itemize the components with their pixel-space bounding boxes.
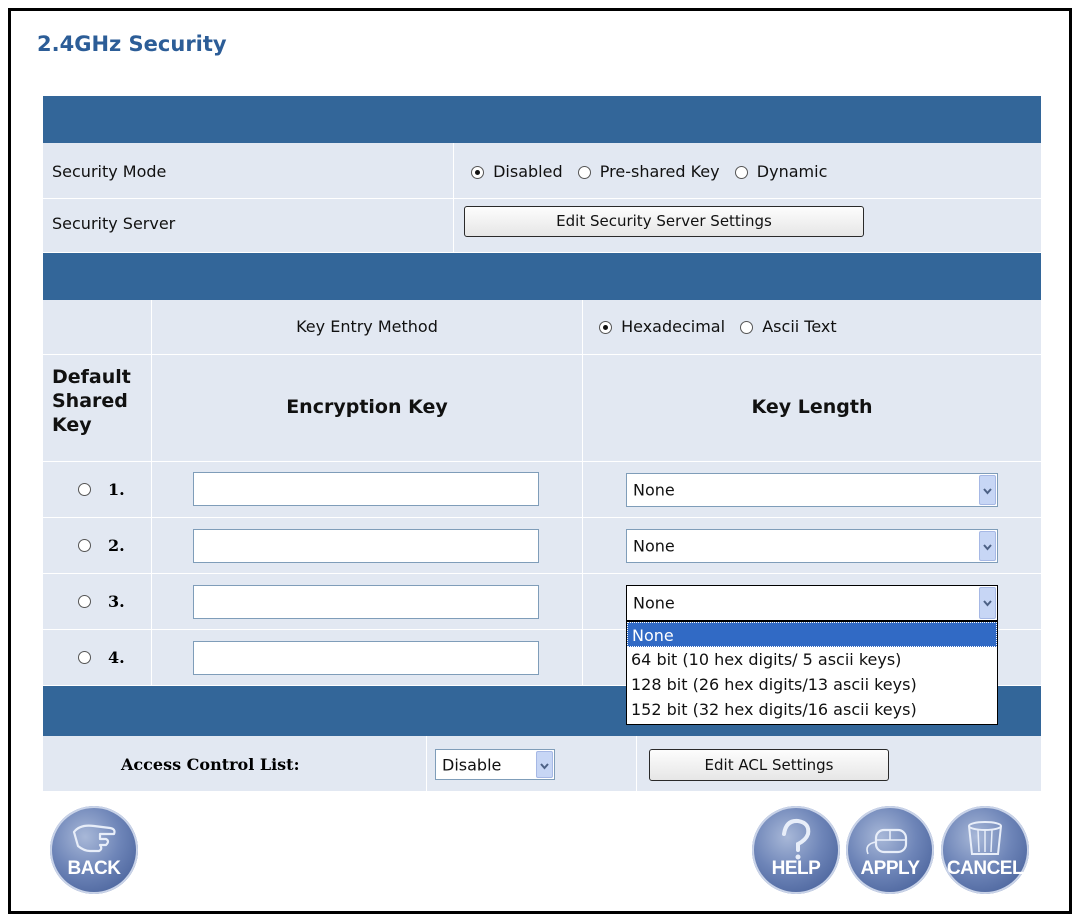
encryption-key-input-3[interactable] (193, 585, 539, 619)
apply-label: APPLY (860, 858, 920, 879)
radio-key-3[interactable] (78, 595, 91, 608)
apply-button[interactable]: APPLY (846, 806, 934, 894)
radio-hexadecimal-label: Hexadecimal (621, 317, 726, 336)
page-title: 2.4GHz Security (37, 32, 227, 56)
radio-pre-shared-key-label: Pre-shared Key (599, 162, 720, 181)
radio-key-1[interactable] (78, 483, 91, 496)
col-default-line: Default (52, 366, 131, 388)
chevron-down-icon[interactable] (979, 475, 996, 505)
radio-dynamic-label: Dynamic (756, 162, 828, 181)
key-length-select-3[interactable]: None (626, 585, 998, 621)
cancel-button[interactable]: CANCEL (941, 806, 1029, 894)
help-label: HELP (771, 858, 821, 879)
radio-disabled[interactable] (471, 166, 484, 179)
mouse-icon (866, 828, 908, 855)
chevron-down-icon[interactable] (979, 587, 996, 619)
security-mode-options: Disabled Pre-shared Key Dynamic (471, 162, 827, 181)
col-encryption-key: Encryption Key (286, 396, 448, 418)
security-mode-label: Security Mode (52, 162, 167, 181)
key-number: 2. (108, 536, 125, 555)
acl-select[interactable]: Disable (435, 749, 555, 780)
cancel-label: CANCEL (946, 858, 1024, 879)
key-length-select-2[interactable]: None (626, 529, 998, 563)
radio-ascii-text-label: Ascii Text (762, 317, 837, 336)
acl-select-value: Disable (442, 755, 502, 774)
encryption-key-input-2[interactable] (193, 529, 539, 563)
key-entry-method-options: Hexadecimal Ascii Text (599, 317, 837, 336)
col-key-length: Key Length (751, 396, 873, 418)
dropdown-option[interactable]: None (627, 622, 997, 647)
section-header-band (43, 96, 1041, 143)
acl-label: Access Control List: (121, 755, 300, 774)
key-number: 1. (108, 480, 125, 499)
key-entry-method-label: Key Entry Method (296, 317, 438, 336)
security-mode-row: Security Mode Disabled Pre-shared Key Dy… (43, 143, 1041, 199)
col-default-line: Shared (52, 390, 128, 412)
radio-hexadecimal[interactable] (599, 321, 612, 334)
dropdown-option[interactable]: 64 bit (10 hex digits/ 5 ascii keys) (627, 647, 997, 672)
radio-pre-shared-key[interactable] (577, 166, 591, 179)
chevron-down-icon[interactable] (979, 531, 996, 561)
key-length-dropdown-list[interactable]: None 64 bit (10 hex digits/ 5 ascii keys… (626, 621, 998, 725)
pointing-hand-icon (72, 824, 116, 853)
radio-key-2[interactable] (78, 539, 91, 552)
key-entry-method-row: Key Entry Method Hexadecimal Ascii Text (43, 300, 1041, 355)
help-button[interactable]: HELP (752, 806, 840, 894)
key-length-select-1[interactable]: None (626, 473, 998, 507)
key-length-value: None (633, 480, 675, 500)
key-number: 3. (108, 592, 125, 611)
back-label: BACK (67, 858, 121, 879)
key-length-value: None (633, 536, 675, 556)
key-number: 4. (108, 648, 125, 667)
section-header-band (43, 253, 1041, 300)
radio-disabled-label: Disabled (493, 162, 563, 181)
edit-acl-button[interactable]: Edit ACL Settings (649, 749, 889, 781)
dropdown-option[interactable]: 152 bit (32 hex digits/16 ascii keys) (627, 697, 997, 722)
security-server-label: Security Server (52, 214, 176, 233)
radio-dynamic[interactable] (734, 166, 748, 179)
radio-key-4[interactable] (78, 651, 91, 664)
chevron-down-icon[interactable] (536, 751, 553, 778)
encryption-key-input-4[interactable] (193, 641, 539, 675)
col-default-shared-key: Default Shared Key (52, 365, 131, 437)
key-length-value: None (633, 593, 675, 613)
encryption-key-input-1[interactable] (193, 472, 539, 506)
question-mark-icon (782, 818, 811, 860)
back-button[interactable]: BACK (50, 806, 138, 894)
key-table-header-row: Default Shared Key Encryption Key Key Le… (43, 355, 1041, 462)
dropdown-option[interactable]: 128 bit (26 hex digits/13 ascii keys) (627, 672, 997, 697)
radio-ascii-text[interactable] (740, 321, 754, 334)
trash-can-icon (968, 821, 1002, 855)
col-default-line: Key (52, 414, 92, 436)
edit-security-server-button[interactable]: Edit Security Server Settings (464, 206, 864, 237)
